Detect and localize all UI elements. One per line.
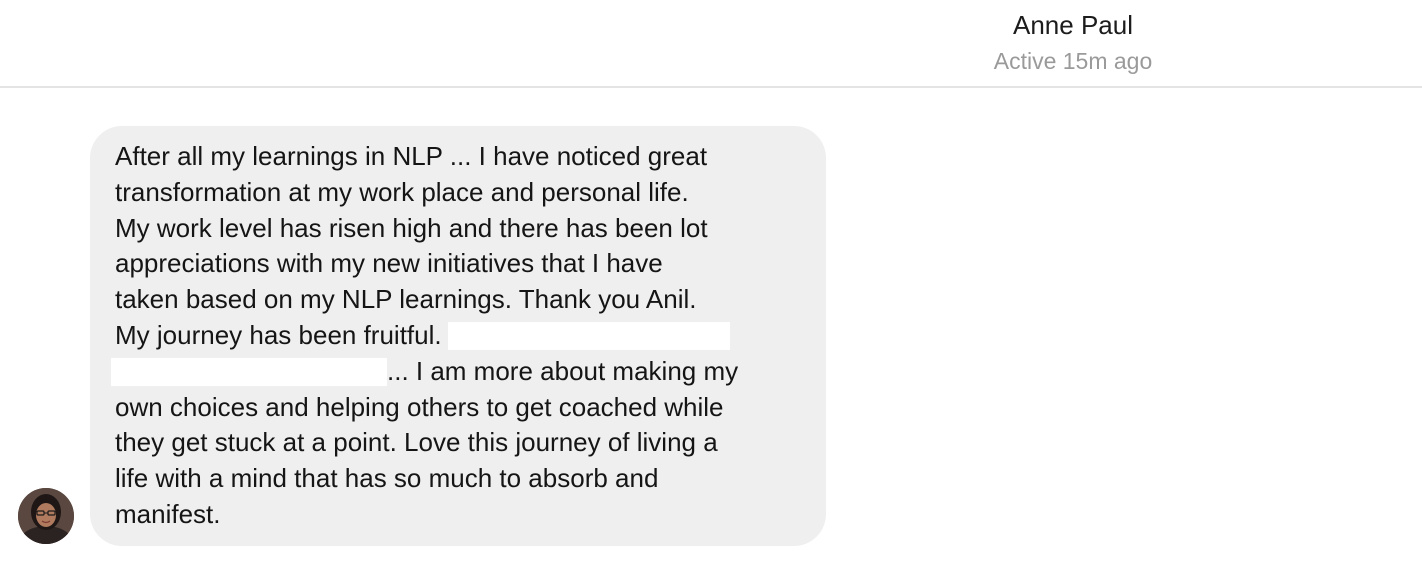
message-line-with-redaction: My journey has been fruitful. [115,318,806,354]
contact-name[interactable]: Anne Paul [973,8,1173,42]
message-line: taken based on my NLP learnings. Thank y… [115,284,697,315]
redacted-block [111,357,387,386]
chat-header: Anne Paul Active 15m ago [0,0,1422,88]
active-status: Active 15m ago [993,48,1153,74]
message-line: they get stuck at a point. Love this jou… [115,427,718,458]
avatar[interactable] [18,488,74,544]
message-text: My journey has been fruitful. [115,319,442,350]
profile-photo-icon [18,488,74,544]
message-line: After all my learnings in NLP ... I have… [115,141,708,171]
message-bubble[interactable]: After all my learnings in NLP ... I have… [90,126,826,546]
message-text: ... I am more about making my [387,355,739,386]
message-line: appreciations with my new initiatives th… [115,248,663,279]
message-line-with-redaction: ... I am more about making my [111,354,806,390]
message-line: manifest. [115,498,221,529]
message-line: My work level has risen high and there h… [115,212,708,243]
redacted-block [447,321,730,350]
message-line: transformation at my work place and pers… [115,176,689,207]
message-line: life with a mind that has so much to abs… [115,463,659,494]
message-line: own choices and helping others to get co… [115,391,724,422]
